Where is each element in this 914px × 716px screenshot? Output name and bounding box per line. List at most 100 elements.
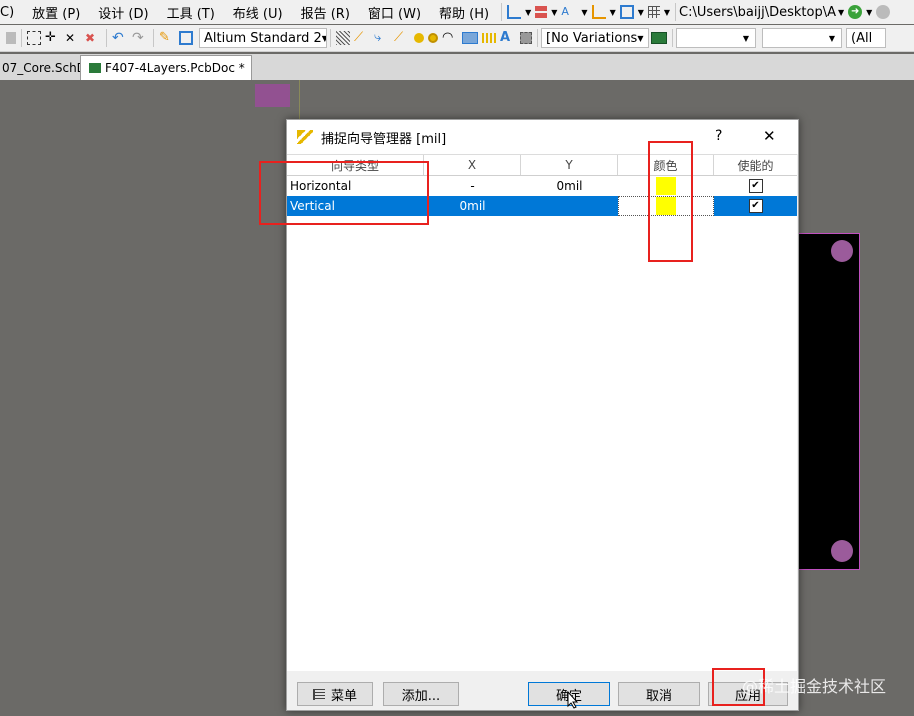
- table-row[interactable]: Vertical 0mil ✔: [287, 196, 797, 216]
- column-header-x[interactable]: X: [424, 155, 521, 175]
- guide-y-cell[interactable]: 0mil: [521, 176, 618, 196]
- print-icon[interactable]: [6, 32, 16, 44]
- route-icon[interactable]: ⟋: [354, 30, 370, 46]
- menu-item-help[interactable]: 帮助 (H): [430, 3, 498, 22]
- guide-type-cell[interactable]: Vertical: [287, 196, 424, 216]
- color-swatch[interactable]: [656, 177, 676, 195]
- dialog-title: 捕捉向导管理器 [mil]: [321, 131, 447, 147]
- column-header-y[interactable]: Y: [521, 155, 618, 175]
- chevron-down-icon[interactable]: ▼: [638, 8, 644, 17]
- filter-combo[interactable]: ▼: [762, 28, 842, 48]
- guide-x-cell[interactable]: -: [424, 176, 521, 196]
- chevron-down-icon[interactable]: ▼: [525, 8, 531, 17]
- diff-pair-icon[interactable]: ⤷: [374, 30, 390, 46]
- multi-route-icon[interactable]: ⟋: [394, 30, 410, 46]
- standard-combo[interactable]: Altium Standard 2 ▼: [199, 28, 327, 48]
- variations-combo[interactable]: [No Variations ▼: [541, 28, 649, 48]
- deselect-icon[interactable]: ✖: [85, 30, 101, 46]
- guide-enabled-cell[interactable]: ✔: [714, 176, 797, 196]
- move-icon[interactable]: ✛: [45, 30, 61, 46]
- tab-pcbdoc[interactable]: F407-4Layers.PcbDoc *: [80, 55, 252, 80]
- pcb-pad: [831, 540, 853, 562]
- watermark: @稀土掘金技术社区: [742, 677, 887, 696]
- separator: [153, 29, 154, 47]
- chevron-down-icon[interactable]: ▼: [581, 8, 587, 17]
- text-tool-icon[interactable]: A: [561, 4, 577, 20]
- guide-color-cell[interactable]: [618, 176, 714, 196]
- stack-icon[interactable]: [619, 5, 634, 19]
- guide-type-cell[interactable]: Horizontal: [287, 176, 424, 196]
- add-button[interactable]: 添加...: [383, 682, 459, 706]
- table-row[interactable]: Horizontal - 0mil ✔: [287, 176, 797, 196]
- menu-item-route[interactable]: 布线 (U): [224, 3, 292, 22]
- cross-select-icon[interactable]: ✕: [65, 30, 81, 46]
- separator: [672, 29, 673, 47]
- distribute-icon[interactable]: [591, 5, 606, 19]
- magenta-marker: [255, 84, 290, 107]
- menu-item-partial[interactable]: C): [0, 5, 23, 20]
- menu-list-icon: [312, 688, 325, 700]
- close-button[interactable]: ✕: [763, 127, 776, 145]
- document-tabs: 07_Core.SchDoc F407-4Layers.PcbDoc *: [0, 54, 914, 80]
- cancel-button[interactable]: 取消: [618, 682, 700, 706]
- align-icon[interactable]: [535, 6, 548, 18]
- guide-y-cell[interactable]: [521, 196, 618, 216]
- pencil-icon[interactable]: ✎: [159, 30, 175, 46]
- dialog-button-bar: 菜单 添加... 确定 取消 应用: [287, 674, 797, 710]
- polygon-icon[interactable]: [482, 33, 496, 43]
- guide-color-cell[interactable]: [618, 196, 714, 216]
- help-button[interactable]: ?: [715, 128, 722, 144]
- menu-bar: C) 放置 (P) 设计 (D) 工具 (T) 布线 (U) 报告 (R) 窗口…: [0, 0, 914, 24]
- chart-icon[interactable]: [507, 5, 522, 19]
- guide-enabled-cell[interactable]: ✔: [714, 196, 797, 216]
- menu-item-window[interactable]: 窗口 (W): [359, 3, 430, 22]
- separator: [537, 29, 538, 47]
- all-combo[interactable]: (All: [846, 28, 886, 48]
- via-icon[interactable]: [428, 33, 438, 43]
- dialog-titlebar: 捕捉向导管理器 [mil] ? ✕: [287, 120, 798, 154]
- column-header-color[interactable]: 颜色: [618, 155, 714, 175]
- separator: [501, 3, 503, 21]
- string-icon[interactable]: A: [500, 30, 516, 46]
- grid-icon[interactable]: [647, 6, 660, 18]
- color-swatch[interactable]: [656, 197, 676, 215]
- net-class-combo[interactable]: ▼: [676, 28, 756, 48]
- add-button-label: 添加...: [401, 688, 441, 704]
- chevron-down-icon[interactable]: ▼: [838, 8, 844, 17]
- arc-icon[interactable]: ◠: [442, 30, 458, 46]
- pad-icon[interactable]: [414, 33, 424, 43]
- undo-icon[interactable]: ↶: [112, 30, 128, 46]
- chevron-down-icon: ▼: [828, 33, 835, 43]
- menu-item-place[interactable]: 放置 (P): [23, 3, 89, 22]
- menu-button[interactable]: 菜单: [297, 682, 373, 706]
- table-header: 向导类型 X Y 颜色 使能的: [287, 155, 797, 176]
- chevron-down-icon[interactable]: ▼: [551, 8, 557, 17]
- tab-label: F407-4Layers.PcbDoc *: [105, 61, 245, 75]
- hatch-icon[interactable]: [336, 31, 350, 45]
- mouse-cursor-icon: [567, 691, 579, 709]
- menu-item-tools[interactable]: 工具 (T): [158, 3, 224, 22]
- standard-combo-value: Altium Standard 2: [204, 30, 322, 46]
- menu-item-reports[interactable]: 报告 (R): [292, 3, 359, 22]
- tab-schdoc[interactable]: 07_Core.SchDoc: [0, 56, 80, 80]
- placement-toolbar: ✛ ✕ ✖ ↶ ↷ ✎ Altium Standard 2 ▼ ⟋ ⤷ ⟋ ◠ …: [0, 25, 914, 52]
- board-icon[interactable]: [651, 32, 667, 44]
- enabled-checkbox[interactable]: ✔: [748, 199, 763, 213]
- column-header-enabled[interactable]: 使能的: [714, 155, 797, 175]
- chevron-down-icon[interactable]: ▼: [866, 8, 872, 17]
- chevron-down-icon[interactable]: ▼: [664, 8, 670, 17]
- pcb-pad: [831, 240, 853, 262]
- menu-item-design[interactable]: 设计 (D): [89, 3, 157, 22]
- fill-icon[interactable]: [462, 32, 478, 44]
- snap-guide-manager-dialog: 捕捉向导管理器 [mil] ? ✕ 向导类型 X Y 颜色 使能的 Horizo…: [286, 119, 799, 711]
- enabled-checkbox[interactable]: ✔: [748, 179, 763, 193]
- chevron-down-icon[interactable]: ▼: [610, 8, 616, 17]
- select-rect-icon[interactable]: [27, 31, 41, 45]
- column-header-type[interactable]: 向导类型: [287, 155, 424, 175]
- redo-icon[interactable]: ↷: [132, 30, 148, 46]
- nav-icon[interactable]: [876, 5, 891, 19]
- library-icon[interactable]: [179, 31, 193, 45]
- component-icon[interactable]: [520, 32, 532, 44]
- guide-x-cell[interactable]: 0mil: [424, 196, 521, 216]
- forward-icon[interactable]: ➜: [848, 5, 863, 19]
